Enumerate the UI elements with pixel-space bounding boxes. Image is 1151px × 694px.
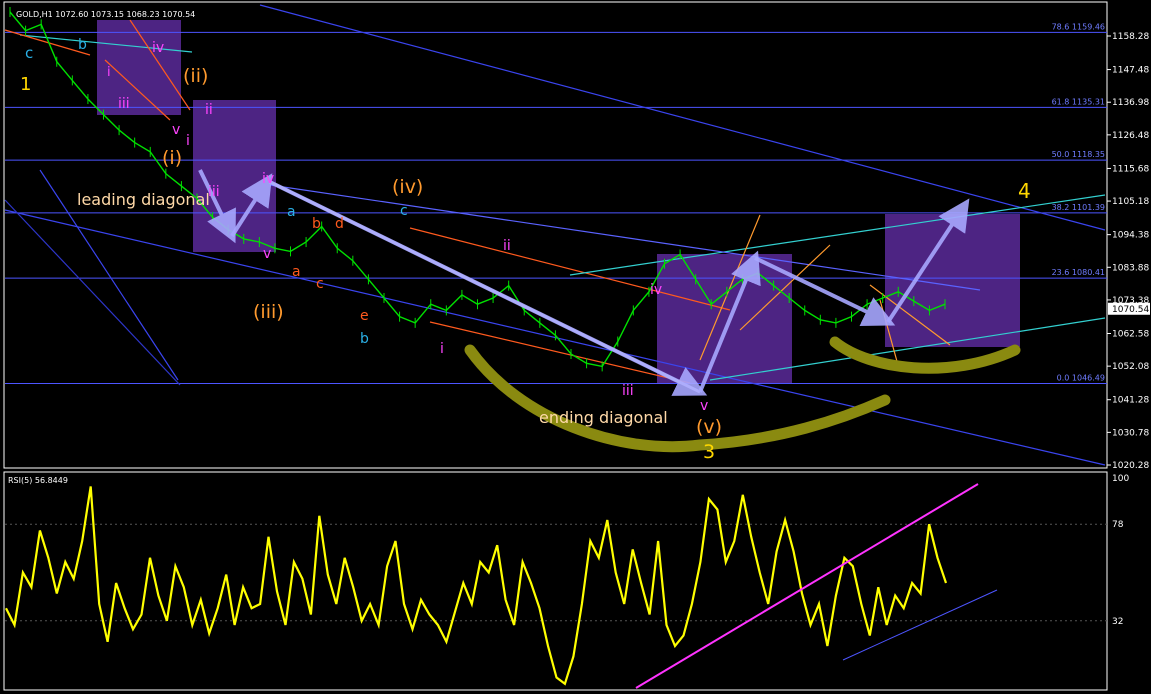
- wave-label: v: [172, 122, 180, 138]
- rsi-tick-label: 78: [1112, 520, 1124, 530]
- symbol-info: GOLD,H1 1072.60 1073.15 1068.23 1070.54: [16, 10, 195, 19]
- price-tick-label: 1115.68: [1112, 164, 1149, 174]
- fib-label-78.6: 78.6 1159.46: [1052, 22, 1105, 31]
- chart-canvas: 78.6 1159.46 61.8 1135.31 50.0 1118.35 38.2…: [3, 1, 1150, 691]
- price-tick-label: 1158.28: [1112, 32, 1149, 42]
- price-tick-label: 1094.38: [1112, 231, 1149, 241]
- wave-label: (iii): [253, 301, 284, 323]
- wave-label: 4: [1018, 179, 1031, 203]
- price-tick-label: 1052.08: [1112, 362, 1149, 372]
- wave-label: a: [287, 204, 296, 220]
- current-price-label: 1070.54: [1112, 305, 1149, 315]
- annotation-box-3: [657, 254, 792, 384]
- wave-label: 3: [703, 441, 715, 463]
- price-tick-label: 1136.98: [1112, 98, 1149, 108]
- wave-label: c: [316, 276, 324, 292]
- wave-label: (iv): [392, 176, 423, 198]
- price-tick-label: 1062.58: [1112, 330, 1149, 340]
- wave-label: i: [440, 341, 444, 357]
- annotation-box-4: [885, 214, 1020, 347]
- wave-label: (ii): [183, 65, 208, 87]
- wave-label: iii: [622, 383, 634, 399]
- fib-label-23.6: 23.6 1080.41: [1052, 268, 1105, 277]
- price-tick-label: 1030.78: [1112, 428, 1149, 438]
- wave-label: 1: [20, 74, 31, 95]
- rsi-tick-label: 100: [1112, 474, 1129, 484]
- price-tick-label: 1147.48: [1112, 66, 1149, 76]
- fib-label-61.8: 61.8 1135.31: [1052, 97, 1105, 106]
- wave-label: v: [700, 398, 708, 414]
- wave-label: d: [335, 216, 344, 232]
- wave-label: (i): [162, 147, 182, 169]
- wave-label: (v): [696, 416, 722, 438]
- wave-label: i: [107, 65, 111, 80]
- price-tick-label: 1041.28: [1112, 396, 1149, 406]
- wave-label: b: [312, 216, 321, 232]
- price-tick-label: 1083.88: [1112, 263, 1149, 273]
- leading-diagonal-label: leading diagonal: [77, 190, 210, 209]
- price-tick-label: 1020.28: [1112, 461, 1149, 471]
- rsi-info: RSI(5) 56.8449: [8, 476, 68, 485]
- wave-label: c: [400, 203, 408, 219]
- wave-label: b: [360, 331, 369, 347]
- wave-label: i: [186, 133, 190, 149]
- wave-label: b: [78, 37, 87, 53]
- fib-label-0.0: 0.0 1046.49: [1057, 374, 1105, 383]
- fib-label-50.0: 50.0 1118.35: [1052, 150, 1105, 159]
- wave-label: ii: [205, 102, 213, 118]
- wave-label: iv: [152, 40, 164, 56]
- wave-label: iv: [262, 171, 274, 187]
- price-tick-label: 1105.18: [1112, 197, 1149, 207]
- wave-label: v: [263, 246, 271, 262]
- price-axis: 1158.28 1147.48 1136.98 1126.48 1115.68 1105.…: [1107, 32, 1150, 471]
- fib-label-38.2: 38.2 1101.39: [1052, 203, 1105, 212]
- price-tick-label: 1126.48: [1112, 131, 1149, 141]
- wave-label: iv: [650, 282, 662, 298]
- ending-diagonal-label: ending diagonal: [539, 408, 668, 427]
- wave-label: e: [360, 308, 369, 324]
- wave-label: a: [292, 264, 301, 280]
- wave-label: iii: [118, 96, 130, 112]
- wave-label: ii: [503, 238, 511, 254]
- rsi-tick-label: 32: [1112, 617, 1123, 627]
- wave-label: c: [25, 44, 33, 62]
